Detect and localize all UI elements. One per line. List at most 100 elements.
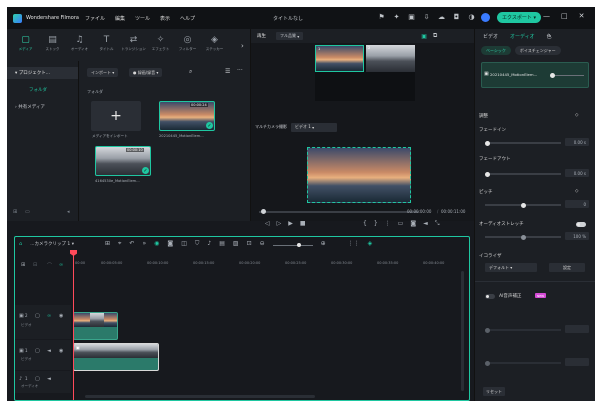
record-button[interactable]: ● 録画/録音 ▾ — [129, 68, 163, 77]
lock-icon[interactable]: ▢ — [35, 313, 40, 319]
pitch-slider[interactable] — [485, 202, 561, 208]
mark-out-icon[interactable]: } — [374, 220, 378, 228]
tab-video[interactable]: ビデオ — [483, 33, 498, 40]
export-button[interactable]: エクスポート ▾ — [497, 12, 541, 23]
download-icon[interactable]: ⇩ — [422, 12, 431, 21]
camera-icon[interactable]: ◙ — [410, 220, 416, 228]
keyframe-icon[interactable]: ◇ — [575, 189, 578, 194]
media-thumbnail[interactable]: 00:00:24 ✓ — [159, 101, 215, 131]
cloud-icon[interactable]: ☁ — [437, 12, 446, 21]
new-folder-icon[interactable]: ⊞ — [13, 209, 17, 215]
avatar[interactable] — [481, 13, 490, 22]
fade-in-input[interactable]: 0.00 s — [565, 138, 589, 146]
folder-icon[interactable]: ▭ — [25, 209, 30, 215]
reset-button[interactable]: リセット — [483, 387, 505, 396]
fade-in-slider[interactable] — [485, 140, 561, 146]
zoom-in-icon[interactable]: ⊕ — [321, 240, 326, 248]
menu-file[interactable]: ファイル — [85, 15, 105, 22]
media-thumbnail[interactable]: 00:00:10 ✓ — [95, 146, 151, 176]
volume-handle[interactable] — [550, 73, 555, 78]
text-icon[interactable]: ▤ — [219, 240, 225, 248]
step-back-icon[interactable]: ◁ — [265, 220, 270, 227]
maximize-button[interactable]: □ — [561, 12, 568, 20]
volume-icon[interactable]: ◄ — [423, 220, 428, 228]
preview-frame[interactable] — [307, 147, 411, 203]
undo-icon[interactable]: ↶ — [129, 240, 134, 248]
image-icon[interactable]: ▨ — [233, 240, 239, 248]
link-icon[interactable]: ⊟ — [33, 262, 37, 268]
ripple-icon[interactable]: ∞ — [59, 262, 63, 268]
collapse-icon[interactable]: ◂ — [67, 209, 70, 215]
sidebar-item-shared[interactable]: › 共有メディア — [7, 101, 78, 113]
lock-icon[interactable]: ▢ — [35, 348, 40, 354]
split-icon[interactable]: ⊡ — [247, 240, 252, 248]
tool-sticker[interactable]: ◈ ステッカー — [204, 29, 225, 61]
layout-icon[interactable]: ⋮⋮ — [348, 240, 360, 248]
menu-edit[interactable]: 編集 — [115, 15, 125, 22]
snapshot-icon[interactable]: ⧉ — [433, 32, 437, 40]
vertical-scrollbar[interactable] — [461, 271, 464, 391]
tool-audio[interactable]: ♫ オーディオ — [69, 29, 90, 61]
quality-select[interactable]: フル品質 ▾ — [276, 32, 304, 40]
mute-icon[interactable]: ∞ — [47, 313, 51, 319]
tool-filter[interactable]: ◎ フィルター — [177, 29, 198, 61]
player-tab[interactable]: 再生 — [257, 33, 266, 39]
expand-icon[interactable]: ◈ — [368, 240, 373, 248]
fullscreen-icon[interactable]: ⤡ — [435, 220, 440, 228]
stretch-slider[interactable] — [485, 234, 561, 240]
add-track-icon[interactable]: ⊞ — [105, 240, 110, 248]
tool-transition[interactable]: ⇄ トランジション — [121, 29, 146, 61]
tool-title[interactable]: T タイトル — [96, 29, 117, 61]
progress-handle[interactable] — [261, 209, 266, 214]
mute-icon[interactable]: ◄ — [47, 348, 51, 354]
headset-icon[interactable]: ◑ — [467, 12, 476, 21]
eye-icon[interactable]: ◉ — [59, 313, 63, 319]
keyframe-icon[interactable]: ◇ — [575, 113, 578, 118]
equalizer-select[interactable]: デフォルト ▾ — [485, 263, 537, 272]
marker-icon[interactable]: ◫ — [181, 240, 187, 248]
stretch-toggle[interactable] — [576, 222, 586, 227]
camera-cell-2[interactable]: 2 — [366, 45, 415, 72]
zoom-out-icon[interactable]: ⊖ — [260, 240, 265, 248]
lightbulb-icon[interactable]: ✦ — [392, 12, 401, 21]
display-icon[interactable]: ▭ — [398, 220, 404, 228]
mute-icon[interactable]: ◄ — [47, 376, 51, 382]
import-media-tile[interactable]: + — [91, 101, 141, 131]
subtab-voice-changer[interactable]: ボイスチェンジャー — [514, 46, 561, 55]
menu-view[interactable]: 表示 — [160, 15, 170, 22]
eye-icon[interactable]: ◉ — [59, 348, 63, 354]
bell-icon[interactable]: ⚑ — [377, 12, 386, 21]
chevron-right-icon[interactable]: › — [241, 42, 244, 50]
stop-icon[interactable]: ■ — [300, 220, 306, 227]
camera-select[interactable]: ビデオ 1 ▾ — [291, 122, 337, 132]
mark-in-icon[interactable]: { — [363, 220, 367, 228]
gift-icon[interactable]: ◘ — [452, 12, 461, 21]
play-icon[interactable]: ▶ — [288, 220, 293, 227]
sequence-select[interactable]: ...カメラクリップ 1 ▾ — [30, 241, 74, 247]
snapshot-icon[interactable]: ◙ — [167, 240, 173, 248]
tool-stock[interactable]: ▤ ストック — [42, 29, 63, 61]
equalizer-settings-button[interactable]: 設定 — [549, 263, 585, 272]
tool-media[interactable]: ▢ メディア — [15, 29, 36, 61]
zoom-slider[interactable] — [272, 240, 313, 248]
camera-cell-1[interactable]: 1 — [315, 45, 364, 72]
save-icon[interactable]: ▣ — [407, 12, 416, 21]
close-button[interactable]: ✕ — [579, 12, 585, 20]
pitch-input[interactable]: 0 — [565, 200, 589, 208]
tab-color[interactable]: 色 — [547, 33, 552, 40]
menu-help[interactable]: ヘルプ — [180, 15, 195, 22]
minimize-button[interactable]: — — [543, 12, 550, 20]
search-icon[interactable]: ⌕ — [189, 68, 192, 76]
multicam-clip[interactable]: ▣ — [73, 343, 159, 371]
fade-out-slider[interactable] — [485, 171, 561, 177]
home-icon[interactable]: ⌂ — [19, 241, 22, 247]
playhead[interactable] — [73, 252, 74, 400]
progress-track[interactable] — [259, 211, 419, 213]
fade-out-input[interactable]: 0.00 s — [565, 169, 589, 177]
mic-icon[interactable]: ♪ — [207, 240, 211, 248]
shield-icon[interactable]: ⛉ — [195, 240, 200, 248]
tab-audio[interactable]: オーディオ — [510, 33, 535, 40]
track-manager-icon[interactable]: ⊞ — [21, 262, 25, 268]
select-icon[interactable]: ⌖ — [118, 240, 121, 248]
video-clip[interactable] — [73, 312, 118, 340]
